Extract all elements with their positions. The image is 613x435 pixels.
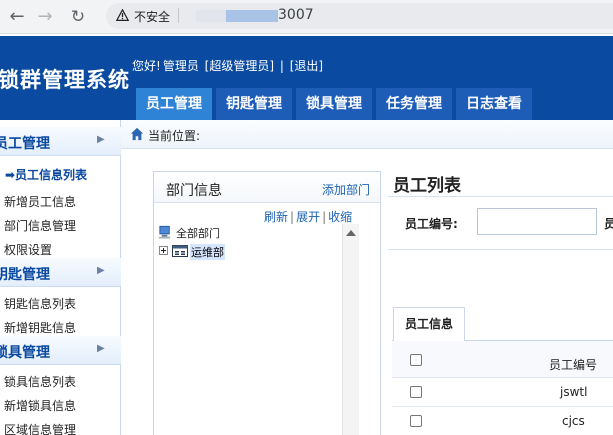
- employee-table-header: 员工编号: [392, 341, 613, 378]
- user-role: [超级管理员]: [204, 59, 275, 73]
- add-department-link[interactable]: 添加部门: [322, 181, 370, 198]
- sidebar-group-keys[interactable]: 钥匙管理 ▶: [0, 258, 121, 287]
- reload-icon[interactable]: ↻: [67, 6, 89, 28]
- employee-id-input[interactable]: [477, 208, 597, 235]
- address-bar[interactable]: 不安全 3007: [106, 3, 613, 29]
- table-row[interactable]: jswtl: [392, 378, 613, 407]
- app-header: 锁群管理系统 您好! 管理员 [超级管理员] | [退出] 员工管理 钥匙管理 锁…: [0, 36, 613, 120]
- sidebar-item-add-key[interactable]: 新增钥匙信息: [4, 319, 76, 336]
- scroll-up-arrow-icon[interactable]: [346, 230, 356, 236]
- row-checkbox[interactable]: [410, 386, 422, 398]
- divider: [388, 196, 613, 197]
- main-tabs: 员工管理 钥匙管理 锁具管理 任务管理 日志查看: [136, 88, 536, 120]
- app-title: 锁群管理系统: [0, 68, 130, 92]
- left-sidebar: 员工管理 ▶ ➡员工信息列表 新增员工信息 部门信息管理 权限设置 钥匙管理 ▶…: [0, 120, 121, 435]
- security-status: 不安全: [134, 10, 171, 24]
- table-row[interactable]: cjcs: [392, 407, 613, 435]
- collapse-link[interactable]: 收缩: [328, 210, 352, 224]
- employee-id-label: 员工编号:: [405, 217, 458, 231]
- sidebar-group-title: 锁具管理: [0, 345, 50, 361]
- chevron-right-icon: ▶: [97, 343, 105, 354]
- back-arrow-icon[interactable]: ←: [6, 6, 28, 28]
- column-employee-id[interactable]: 员工编号: [549, 356, 597, 373]
- user-name: 管理员: [162, 59, 199, 73]
- department-tree: 全部部门 运维部: [156, 224, 357, 434]
- tab-employee-management[interactable]: 员工管理: [136, 88, 212, 120]
- sidebar-group-title: 钥匙管理: [0, 267, 50, 283]
- sidebar-group-locks[interactable]: 锁具管理 ▶: [0, 336, 121, 365]
- tab-log-view[interactable]: 日志查看: [456, 88, 532, 120]
- expand-link[interactable]: 展开: [296, 210, 320, 224]
- breadcrumb-label: 当前位置:: [148, 129, 201, 143]
- sidebar-item-permissions[interactable]: 权限设置: [4, 241, 52, 258]
- department-panel-title: 部门信息: [166, 183, 222, 199]
- employee-list-title: 员工列表: [393, 176, 461, 196]
- sidebar-item-employee-list[interactable]: ➡员工信息列表: [5, 166, 87, 183]
- tree-node-label: 全部部门: [176, 227, 220, 240]
- browser-toolbar: ← → ↻ 不安全 3007: [0, 0, 613, 34]
- chevron-right-icon: ▶: [97, 134, 105, 145]
- tab-task-management[interactable]: 任务管理: [376, 88, 452, 120]
- sidebar-group-title: 员工管理: [0, 136, 50, 152]
- divider: [388, 249, 613, 250]
- redacted-url-part: [226, 10, 278, 22]
- sidebar-item-area-management[interactable]: 区域信息管理: [4, 421, 76, 435]
- row-checkbox[interactable]: [410, 415, 422, 427]
- employee-id-cell: cjcs: [562, 414, 585, 428]
- forward-arrow-icon[interactable]: →: [34, 6, 56, 28]
- warning-icon: [116, 9, 129, 21]
- user-greeting: 您好! 管理员 [超级管理员] | [退出]: [132, 57, 323, 74]
- logout-link[interactable]: [退出]: [290, 59, 323, 73]
- tab-lock-management[interactable]: 锁具管理: [296, 88, 372, 120]
- refresh-link[interactable]: 刷新: [264, 210, 288, 224]
- header-separator: |: [279, 59, 284, 73]
- folder-icon: [172, 245, 188, 257]
- redacted-url-part: [196, 10, 230, 22]
- computer-icon: [158, 225, 171, 239]
- tree-node-label: 运维部: [190, 244, 225, 260]
- tree-scrollbar[interactable]: [342, 224, 359, 435]
- sidebar-item-lock-list[interactable]: 锁具信息列表: [4, 373, 76, 390]
- next-filter-label: 员: [604, 217, 613, 231]
- tab-employee-info[interactable]: 员工信息: [393, 307, 465, 341]
- employee-tab-strip: 员工信息: [392, 307, 613, 341]
- sidebar-group-employee[interactable]: 员工管理 ▶: [0, 127, 121, 156]
- employee-id-cell: jswtl: [560, 385, 588, 399]
- sidebar-item-add-lock[interactable]: 新增锁具信息: [4, 397, 76, 414]
- breadcrumb: 当前位置:: [121, 120, 613, 149]
- tab-key-management[interactable]: 钥匙管理: [216, 88, 292, 120]
- sidebar-item-department[interactable]: 部门信息管理: [4, 217, 76, 234]
- home-icon: [130, 127, 144, 141]
- tree-actions: 刷新 | 展开 | 收缩: [264, 210, 353, 224]
- chevron-right-icon: ▶: [97, 265, 105, 276]
- select-all-checkbox[interactable]: [410, 354, 422, 366]
- greeting-prefix: 您好!: [132, 59, 161, 73]
- department-panel-header: 部门信息 添加部门: [154, 172, 380, 203]
- expand-plus-icon[interactable]: [159, 246, 168, 255]
- department-panel: 部门信息 添加部门 刷新 | 展开 | 收缩 全部部门 运维部: [153, 171, 381, 435]
- sidebar-item-add-employee[interactable]: 新增员工信息: [4, 193, 76, 210]
- url-port-text: 3007: [278, 7, 314, 23]
- address-separator: [178, 8, 179, 23]
- sidebar-item-key-list[interactable]: 钥匙信息列表: [4, 295, 76, 312]
